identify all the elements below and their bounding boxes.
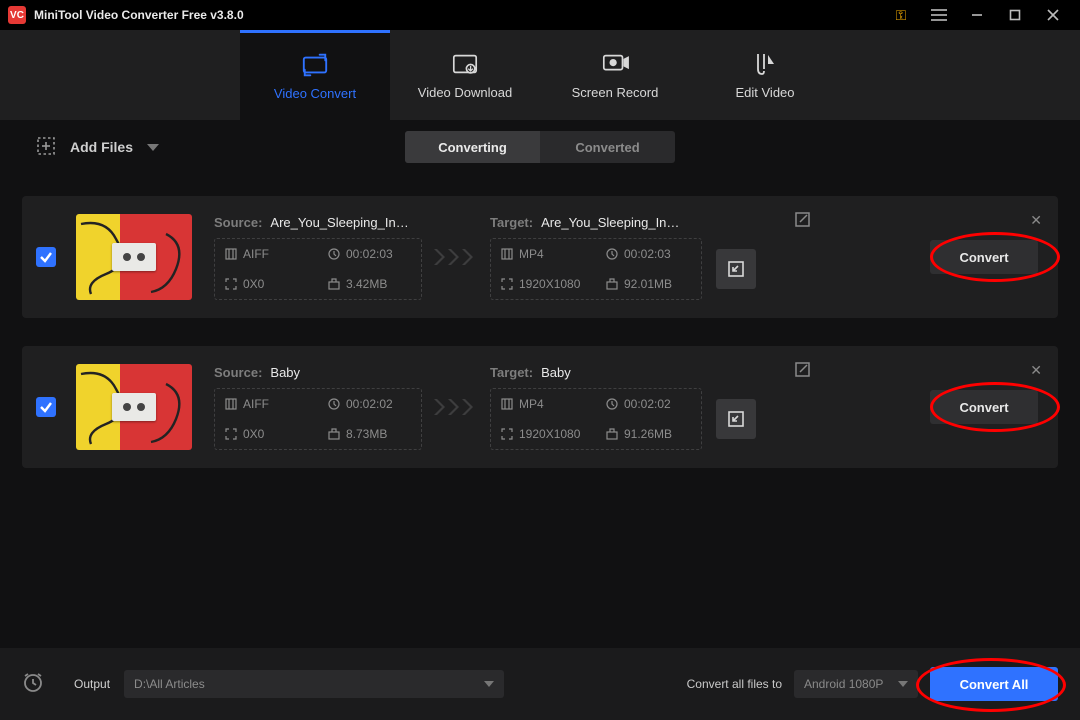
size-icon [328, 278, 340, 290]
duration-icon [606, 398, 618, 410]
convert-all-button[interactable]: Convert All [930, 667, 1058, 701]
target-label: Target: [490, 215, 533, 230]
top-nav: Video Convert Video Download Screen Reco… [0, 30, 1080, 120]
chevron-down-icon [898, 681, 908, 687]
duration-icon [606, 248, 618, 260]
convert-button[interactable]: Convert [930, 390, 1038, 424]
nav-label: Video Download [418, 85, 512, 100]
arrow-separator-icon [434, 246, 478, 268]
video-download-icon [451, 51, 479, 77]
file-card: Source: Are_You_Sleeping_In… AIFF 00:02:… [22, 196, 1058, 318]
source-meta: Source: Are_You_Sleeping_In… AIFF 00:02:… [214, 215, 422, 300]
source-filename: Baby [270, 365, 300, 380]
nav-edit-video[interactable]: Edit Video [690, 30, 840, 120]
source-filename: Are_You_Sleeping_In… [270, 215, 408, 230]
output-path-dropdown[interactable]: D:\All Articles [124, 670, 504, 698]
file-thumbnail [76, 214, 192, 300]
duration-icon [328, 398, 340, 410]
format-icon [501, 248, 513, 260]
target-meta: Target: Are_You_Sleeping_In… MP4 00:02:0… [490, 215, 756, 300]
window-close-button[interactable] [1034, 0, 1072, 30]
add-files-label: Add Files [70, 139, 133, 155]
tab-converted[interactable]: Converted [540, 131, 675, 163]
nav-label: Screen Record [572, 85, 659, 100]
source-label: Source: [214, 215, 262, 230]
edit-target-button[interactable] [795, 212, 810, 232]
resolution-icon [225, 428, 237, 440]
add-files-icon [36, 136, 56, 159]
output-label: Output [74, 677, 110, 691]
convert-button[interactable]: Convert [930, 240, 1038, 274]
convert-all-files-label: Convert all files to [687, 677, 782, 691]
nav-video-convert[interactable]: Video Convert [240, 30, 390, 120]
file-checkbox[interactable] [36, 247, 56, 267]
resolution-icon [225, 278, 237, 290]
target-meta: Target: Baby MP4 00:02:02 1920X1080 91.2… [490, 365, 756, 450]
target-filename: Are_You_Sleeping_In… [541, 215, 679, 230]
upgrade-key-button[interactable]: ⚿ [882, 0, 920, 30]
resolution-icon [501, 428, 513, 440]
file-list: Source: Are_You_Sleeping_In… AIFF 00:02:… [0, 174, 1080, 468]
window-minimize-button[interactable] [958, 0, 996, 30]
source-label: Source: [214, 365, 262, 380]
format-icon [501, 398, 513, 410]
tab-converting[interactable]: Converting [405, 131, 540, 163]
target-info-box: MP4 00:02:02 1920X1080 91.26MB [490, 388, 702, 450]
target-filename: Baby [541, 365, 571, 380]
nav-screen-record[interactable]: Screen Record [540, 30, 690, 120]
titlebar: VC MiniTool Video Converter Free v3.8.0 … [0, 0, 1080, 30]
video-convert-icon [301, 52, 329, 78]
edit-video-icon [751, 51, 779, 77]
footer-bar: Output D:\All Articles Convert all files… [0, 648, 1080, 720]
edit-target-button[interactable] [795, 362, 810, 382]
target-label: Target: [490, 365, 533, 380]
screen-record-icon [601, 51, 629, 77]
file-thumbnail [76, 364, 192, 450]
schedule-icon[interactable] [22, 671, 44, 698]
size-icon [328, 428, 340, 440]
nav-label: Edit Video [735, 85, 794, 100]
duration-icon [328, 248, 340, 260]
target-settings-button[interactable] [716, 249, 756, 289]
secondary-bar: Add Files Converting Converted [0, 120, 1080, 174]
window-maximize-button[interactable] [996, 0, 1034, 30]
remove-file-button[interactable]: ✕ [1030, 212, 1042, 229]
source-meta: Source: Baby AIFF 00:02:02 0X0 8.73MB [214, 365, 422, 450]
resolution-icon [501, 278, 513, 290]
format-icon [225, 248, 237, 260]
source-info-box: AIFF 00:02:02 0X0 8.73MB [214, 388, 422, 450]
remove-file-button[interactable]: ✕ [1030, 362, 1042, 379]
preset-dropdown[interactable]: Android 1080P [794, 670, 918, 698]
menu-button[interactable] [920, 0, 958, 30]
format-icon [225, 398, 237, 410]
add-files-button[interactable]: Add Files [36, 136, 159, 159]
target-settings-button[interactable] [716, 399, 756, 439]
app-title: MiniTool Video Converter Free v3.8.0 [34, 8, 244, 22]
add-files-caret-icon [147, 139, 159, 155]
size-icon [606, 278, 618, 290]
nav-video-download[interactable]: Video Download [390, 30, 540, 120]
status-segment: Converting Converted [405, 131, 675, 163]
arrow-separator-icon [434, 396, 478, 418]
source-info-box: AIFF 00:02:03 0X0 3.42MB [214, 238, 422, 300]
size-icon [606, 428, 618, 440]
file-card: Source: Baby AIFF 00:02:02 0X0 8.73MB Ta… [22, 346, 1058, 468]
file-checkbox[interactable] [36, 397, 56, 417]
app-logo: VC [8, 6, 26, 24]
target-info-box: MP4 00:02:03 1920X1080 92.01MB [490, 238, 702, 300]
chevron-down-icon [484, 681, 494, 687]
nav-label: Video Convert [274, 86, 356, 101]
